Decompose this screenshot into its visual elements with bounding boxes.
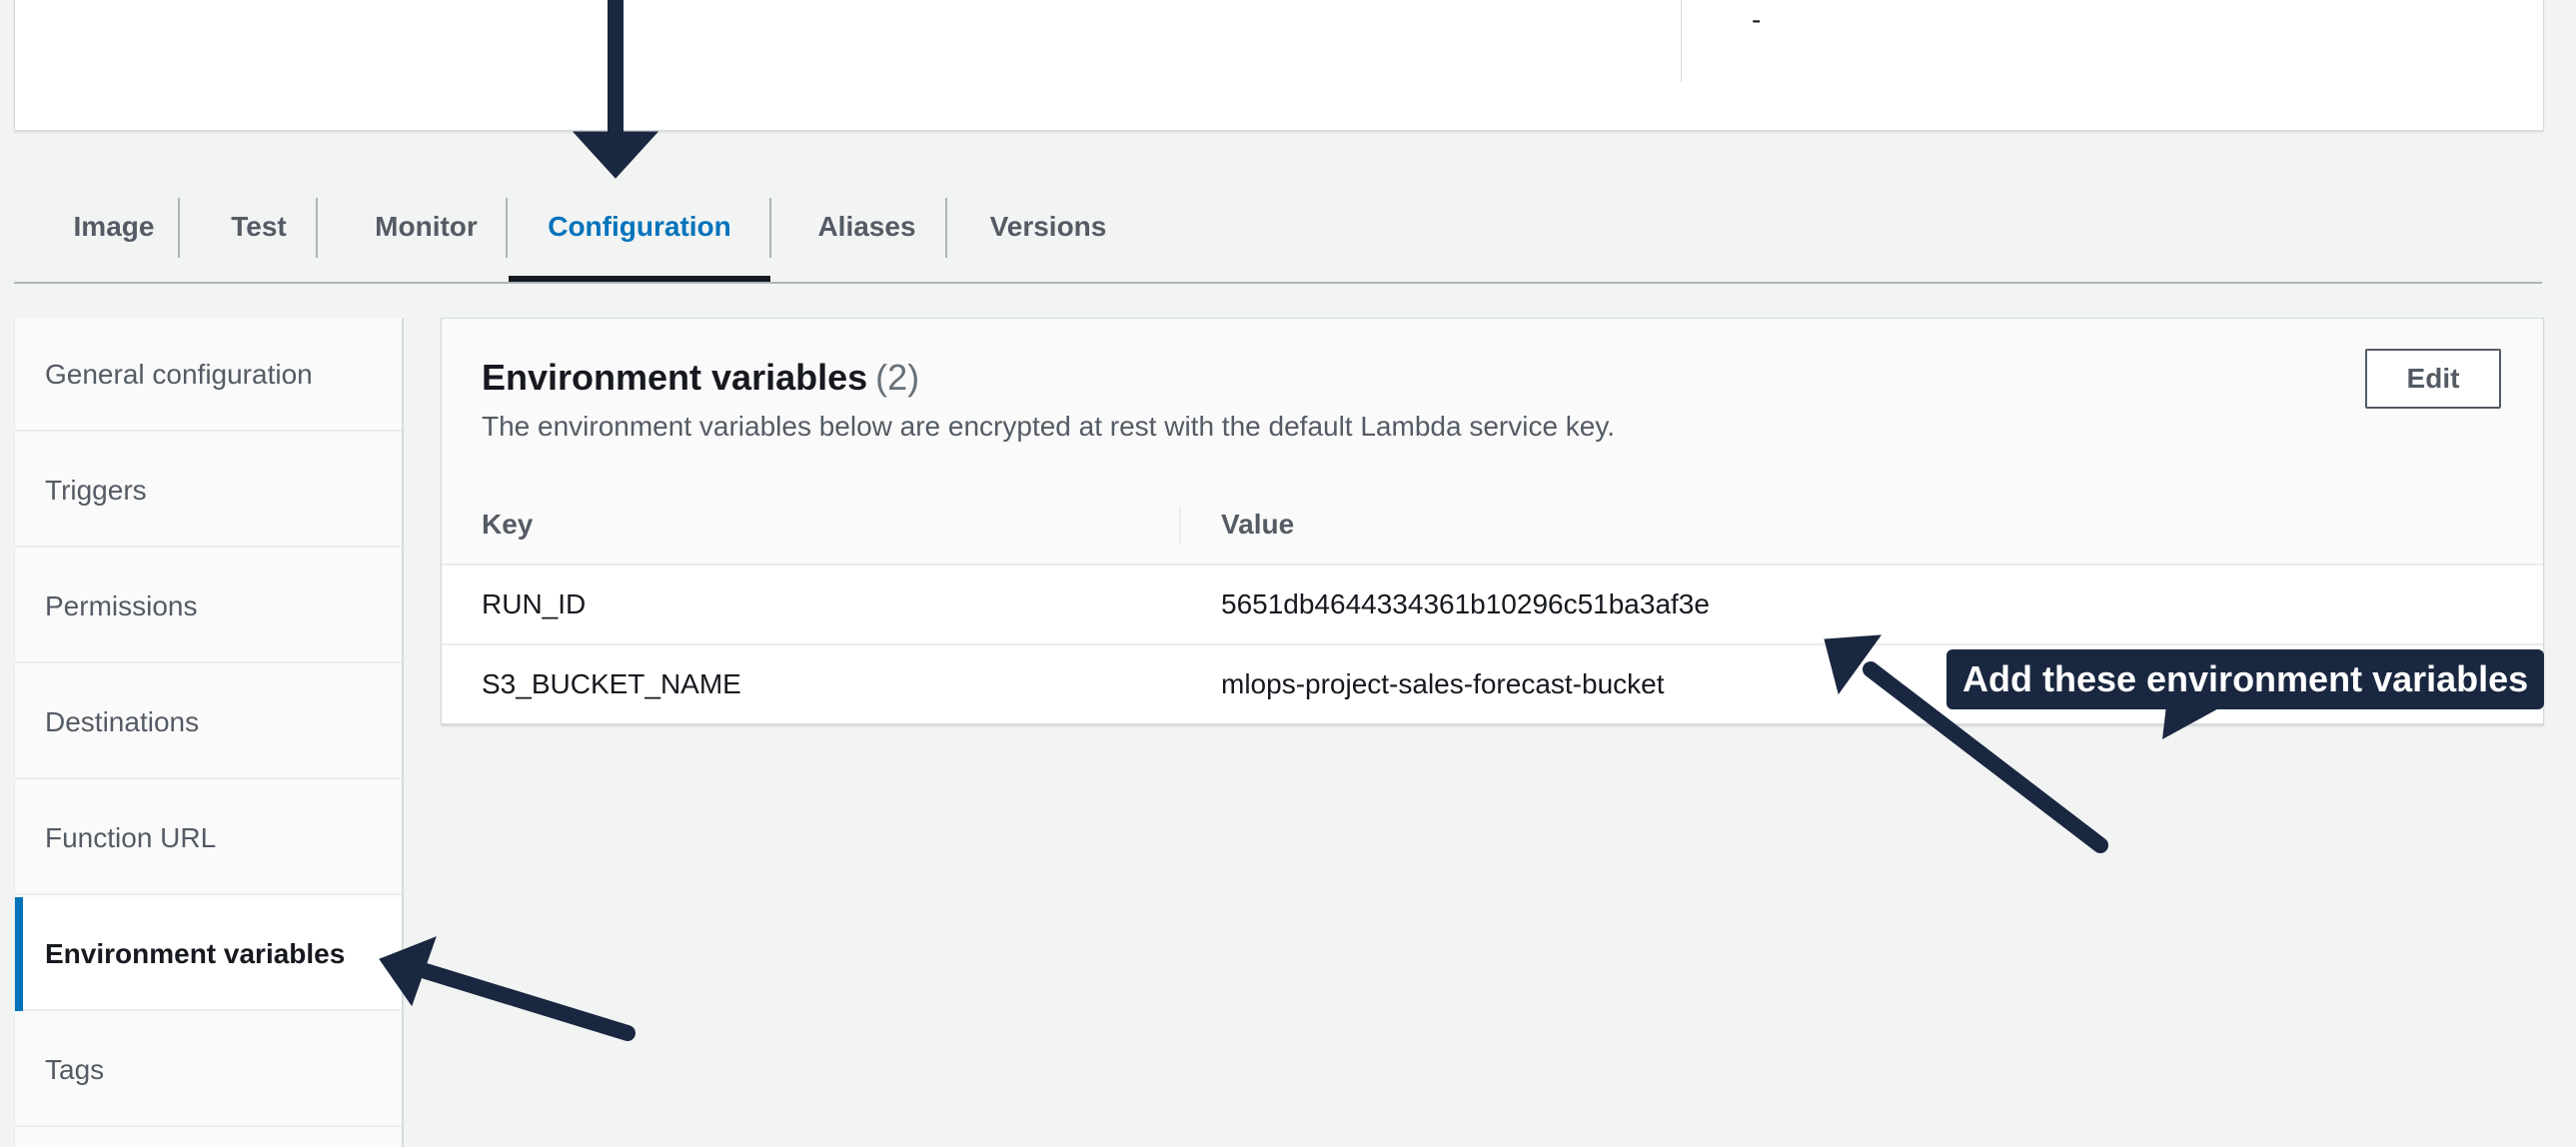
annotation-callout: Add these environment variables bbox=[1946, 649, 2545, 709]
callout-tail bbox=[2162, 705, 2224, 739]
